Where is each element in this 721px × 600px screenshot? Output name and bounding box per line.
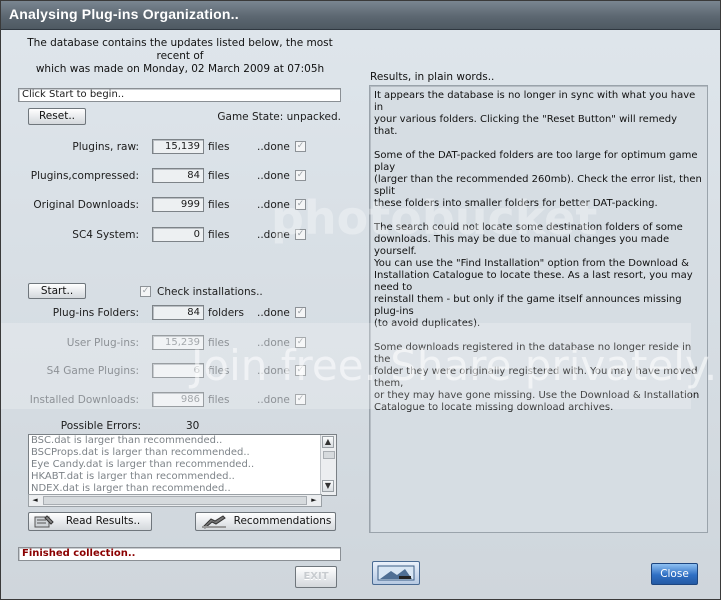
hscroll-thumb[interactable]	[43, 496, 307, 505]
check-installations-checkbox[interactable]: ✓	[140, 286, 151, 297]
count-unit: files	[208, 141, 230, 153]
results-paragraph: The search could not locate some destina…	[374, 222, 693, 329]
count-status: ..done	[257, 170, 290, 182]
landscape-icon	[377, 565, 415, 584]
database-summary-line2: which was made on Monday, 02 March 2009 …	[35, 63, 325, 75]
check-status: ..done	[257, 307, 290, 319]
count-unit: files	[208, 199, 230, 211]
count-label: Plugins,compressed:	[30, 170, 139, 182]
check-unit: files	[208, 337, 230, 349]
recommendations-button[interactable]: Recommendations	[195, 512, 336, 531]
check-value: 84	[152, 305, 204, 320]
check-status: ..done	[257, 394, 290, 406]
count-value: 15,139	[152, 139, 204, 154]
check-status: ..done	[257, 365, 290, 377]
count-value: 999	[152, 197, 204, 212]
count-status: ..done	[257, 199, 290, 211]
count-value: 84	[152, 168, 204, 183]
errors-list-hscroll[interactable]: ◄ ►	[28, 494, 322, 507]
check-done-checkbox[interactable]: ✓	[295, 394, 306, 405]
results-panel: It appears the database is no longer in …	[369, 85, 708, 533]
count-done-checkbox[interactable]: ✓	[295, 199, 306, 210]
recommendations-icon	[201, 515, 227, 529]
read-results-button[interactable]: Read Results..	[28, 512, 152, 531]
title-bar: Analysing Plug-ins Organization..	[1, 1, 720, 30]
list-item[interactable]: Eye Candy.dat is larger than recommended…	[29, 459, 336, 471]
results-heading: Results, in plain words..	[370, 71, 495, 83]
possible-errors-label: Possible Errors:	[60, 420, 141, 432]
scroll-down-icon[interactable]: ▼	[322, 480, 334, 492]
check-done-checkbox[interactable]: ✓	[295, 337, 306, 348]
check-unit: folders	[208, 307, 244, 319]
check-value: 15,239	[152, 335, 204, 350]
database-summary: The database contains the updates listed…	[19, 37, 341, 76]
errors-list-vscroll[interactable]: ▲ ▼	[320, 435, 336, 495]
errors-list-items: BSC.dat is larger than recommended.. BSCP…	[29, 435, 336, 495]
count-label: Plugins, raw:	[72, 141, 139, 153]
check-installations-label: Check installations..	[157, 286, 263, 298]
count-label: Original Downloads:	[33, 199, 139, 211]
list-item[interactable]: BSC.dat is larger than recommended..	[29, 435, 336, 447]
check-label: Plug-ins Folders:	[52, 307, 139, 319]
read-results-icon	[34, 515, 54, 528]
check-unit: files	[208, 394, 230, 406]
possible-errors-count: 30	[186, 420, 200, 432]
check-label: Installed Downloads:	[29, 394, 139, 406]
list-item[interactable]: BSCProps.dat is larger than recommended.…	[29, 447, 336, 459]
results-paragraph: Some of the DAT-packed folders are too l…	[374, 150, 702, 209]
check-status: ..done	[257, 337, 290, 349]
count-status: ..done	[257, 229, 290, 241]
check-unit: files	[208, 365, 230, 377]
start-button[interactable]: Start..	[28, 283, 86, 299]
results-paragraph: It appears the database is no longer in …	[374, 90, 696, 137]
scroll-up-icon[interactable]: ▲	[322, 436, 334, 448]
count-done-checkbox[interactable]: ✓	[295, 229, 306, 240]
count-label: SC4 System:	[72, 229, 139, 241]
close-button[interactable]: Close	[651, 563, 698, 585]
count-unit: files	[208, 229, 230, 241]
check-done-checkbox[interactable]: ✓	[295, 365, 306, 376]
window-title: Analysing Plug-ins Organization..	[9, 6, 239, 22]
check-value: 6	[152, 363, 204, 378]
status-bottom: Finished collection..	[18, 547, 341, 561]
scroll-right-icon[interactable]: ►	[309, 495, 319, 505]
read-results-label: Read Results..	[65, 515, 141, 527]
exit-button[interactable]: EXIT	[295, 566, 337, 588]
results-text: It appears the database is no longer in …	[374, 90, 703, 414]
check-label: User Plug-ins:	[66, 337, 139, 349]
reset-button[interactable]: Reset..	[28, 108, 86, 125]
count-unit: files	[208, 170, 230, 182]
count-status: ..done	[257, 141, 290, 153]
list-item[interactable]: HKABT.dat is larger than recommended..	[29, 471, 336, 483]
main-window: Analysing Plug-ins Organization.. The da…	[0, 0, 721, 600]
check-value: 986	[152, 392, 204, 407]
database-summary-line1: The database contains the updates listed…	[27, 37, 333, 62]
scroll-thumb[interactable]	[323, 451, 335, 459]
check-done-checkbox[interactable]: ✓	[295, 307, 306, 318]
scroll-left-icon[interactable]: ◄	[30, 495, 40, 505]
results-paragraph: Some downloads registered in the databas…	[374, 342, 700, 413]
count-value: 0	[152, 227, 204, 242]
recommendations-label: Recommendations	[233, 515, 332, 527]
check-label: S4 Game Plugins:	[46, 365, 139, 377]
count-done-checkbox[interactable]: ✓	[295, 141, 306, 152]
status-top: Click Start to begin..	[18, 88, 341, 102]
toolbar-image-button[interactable]	[372, 561, 420, 585]
errors-list[interactable]: BSC.dat is larger than recommended.. BSCP…	[28, 434, 337, 496]
count-done-checkbox[interactable]: ✓	[295, 170, 306, 181]
game-state: Game State: unpacked.	[217, 111, 341, 123]
